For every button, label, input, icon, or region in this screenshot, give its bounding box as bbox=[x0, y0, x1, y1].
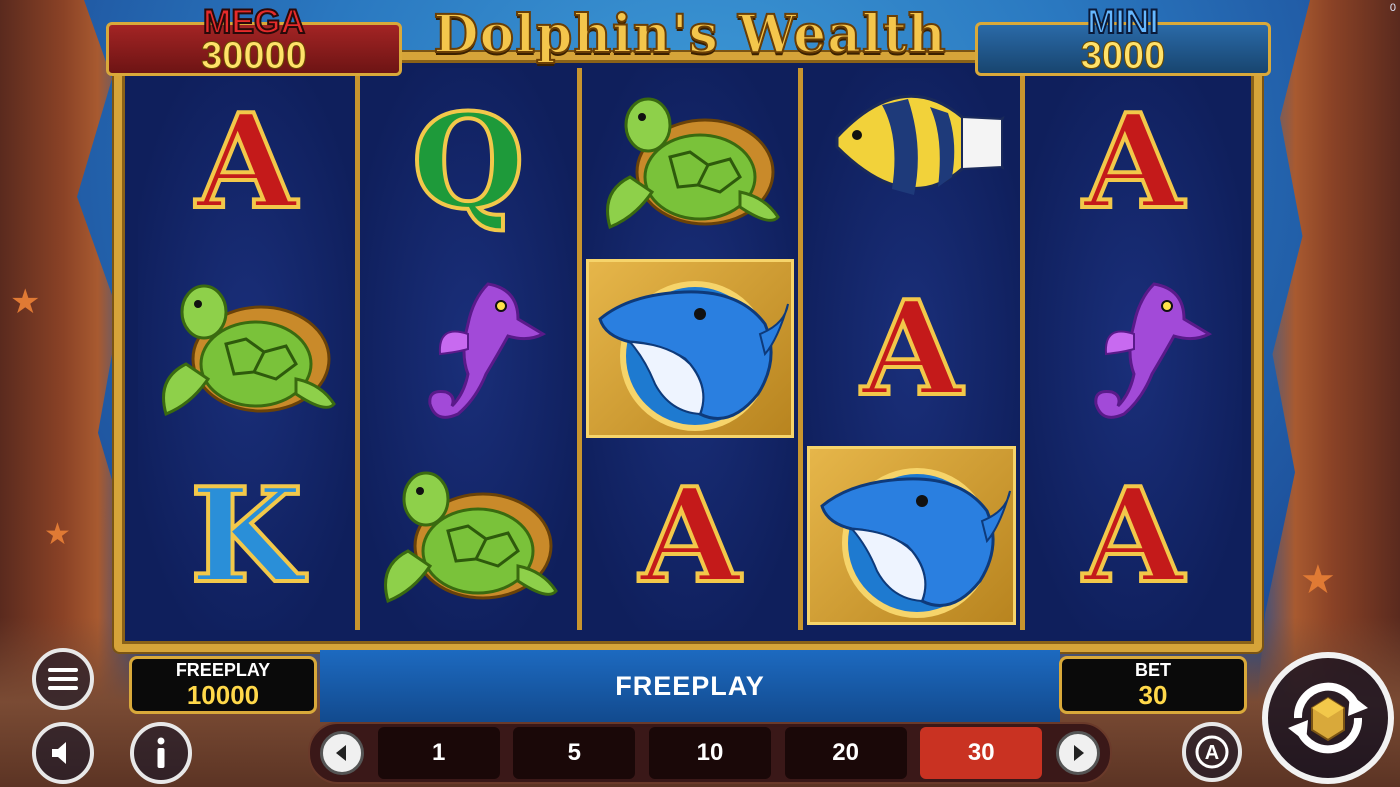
bet-option[interactable]: 10 bbox=[648, 727, 771, 779]
mega-jackpot: MEGA 30000 bbox=[106, 4, 402, 77]
svg-text:A: A bbox=[1205, 742, 1219, 764]
reel-symbol bbox=[360, 255, 577, 442]
bet-option[interactable]: 1 bbox=[377, 727, 500, 779]
reel-symbol bbox=[803, 442, 1020, 629]
mini-jackpot: MINI 3000 bbox=[975, 4, 1271, 77]
bet-value: 30 bbox=[1138, 679, 1168, 710]
reel-1: AK bbox=[138, 68, 360, 630]
mega-jackpot-value: 30000 bbox=[201, 35, 308, 77]
status-message: FREEPLAY bbox=[615, 670, 765, 701]
dolphin-wild-tile bbox=[585, 259, 795, 438]
letter-k-symbol: K bbox=[188, 458, 305, 612]
letter-a-symbol: A bbox=[1081, 84, 1186, 238]
mini-jackpot-value: 3000 bbox=[1080, 35, 1166, 77]
spin-icon bbox=[1288, 682, 1368, 754]
reel-3: A bbox=[581, 68, 804, 630]
bet-option[interactable]: 20 bbox=[784, 727, 907, 779]
reel-symbol bbox=[138, 255, 355, 442]
bet-display: BET 30 bbox=[1059, 656, 1247, 714]
dolphin-wild-tile bbox=[807, 446, 1017, 625]
speaker-icon bbox=[52, 742, 66, 764]
reel-symbol: A bbox=[138, 68, 355, 255]
sound-button[interactable] bbox=[32, 722, 94, 784]
bet-next-button[interactable] bbox=[1055, 731, 1100, 775]
spin-button[interactable] bbox=[1262, 652, 1394, 784]
reel-symbol bbox=[1025, 255, 1242, 442]
reel-symbol bbox=[582, 68, 799, 255]
balance-display: FREEPLAY 10000 bbox=[129, 656, 317, 714]
balance-value: 10000 bbox=[186, 679, 260, 710]
reel-symbol: A bbox=[803, 255, 1020, 442]
bet-prev-button[interactable] bbox=[320, 731, 364, 775]
dolphin-icon bbox=[598, 280, 789, 431]
dolphin-icon bbox=[820, 467, 1011, 618]
turtle-icon bbox=[162, 284, 337, 416]
starfish-icon: ★ bbox=[44, 518, 71, 551]
reel-4: A bbox=[803, 68, 1026, 630]
letter-a-symbol: A bbox=[638, 458, 743, 612]
reel-symbol bbox=[582, 255, 799, 442]
autoplay-icon: A bbox=[1195, 735, 1229, 769]
balance-label: FREEPLAY bbox=[175, 659, 271, 680]
seahorse-icon bbox=[428, 281, 547, 419]
seahorse-icon bbox=[1093, 281, 1212, 419]
chevron-left-icon bbox=[336, 745, 346, 761]
angelfish-icon bbox=[835, 94, 1005, 195]
bet-option-selected[interactable]: 30 bbox=[920, 727, 1043, 779]
bet-option[interactable]: 5 bbox=[513, 727, 636, 779]
reel-symbol: K bbox=[138, 442, 355, 629]
mini-jackpot-label: MINI bbox=[1086, 3, 1160, 41]
autoplay-button[interactable]: A bbox=[1182, 722, 1242, 782]
chevron-right-icon bbox=[1073, 745, 1084, 761]
letter-a-symbol: A bbox=[859, 271, 964, 425]
bet-label: BET bbox=[1135, 659, 1171, 680]
game-title: Dolphin's Wealth bbox=[432, 3, 947, 66]
bet-selector: 1 5 10 20 30 bbox=[308, 722, 1112, 784]
turtle-icon bbox=[384, 471, 559, 603]
menu-button[interactable] bbox=[32, 648, 94, 710]
mega-jackpot-label: MEGA bbox=[202, 3, 306, 41]
reel-symbol bbox=[360, 442, 577, 629]
reel-symbol: A bbox=[582, 442, 799, 629]
reel-symbol: Q bbox=[360, 68, 577, 255]
status-bar: FREEPLAY bbox=[320, 650, 1060, 722]
letter-q-symbol: Q bbox=[410, 84, 527, 238]
reel-symbol: A bbox=[1025, 68, 1242, 255]
reel-grid: AKQAAAA bbox=[138, 68, 1242, 630]
reel-5: AA bbox=[1025, 68, 1242, 630]
reel-symbol: A bbox=[1025, 442, 1242, 629]
reel-2: Q bbox=[359, 68, 582, 630]
corner-counter: 0 bbox=[1389, 2, 1396, 14]
hamburger-menu-icon bbox=[48, 668, 78, 690]
info-icon bbox=[157, 737, 165, 768]
starfish-icon: ★ bbox=[1300, 558, 1336, 602]
info-button[interactable] bbox=[130, 722, 192, 784]
letter-a-symbol: A bbox=[194, 84, 299, 238]
starfish-icon: ★ bbox=[10, 283, 41, 321]
turtle-icon bbox=[606, 97, 780, 229]
letter-a-symbol: A bbox=[1081, 458, 1186, 612]
reel-symbol bbox=[803, 68, 1020, 255]
